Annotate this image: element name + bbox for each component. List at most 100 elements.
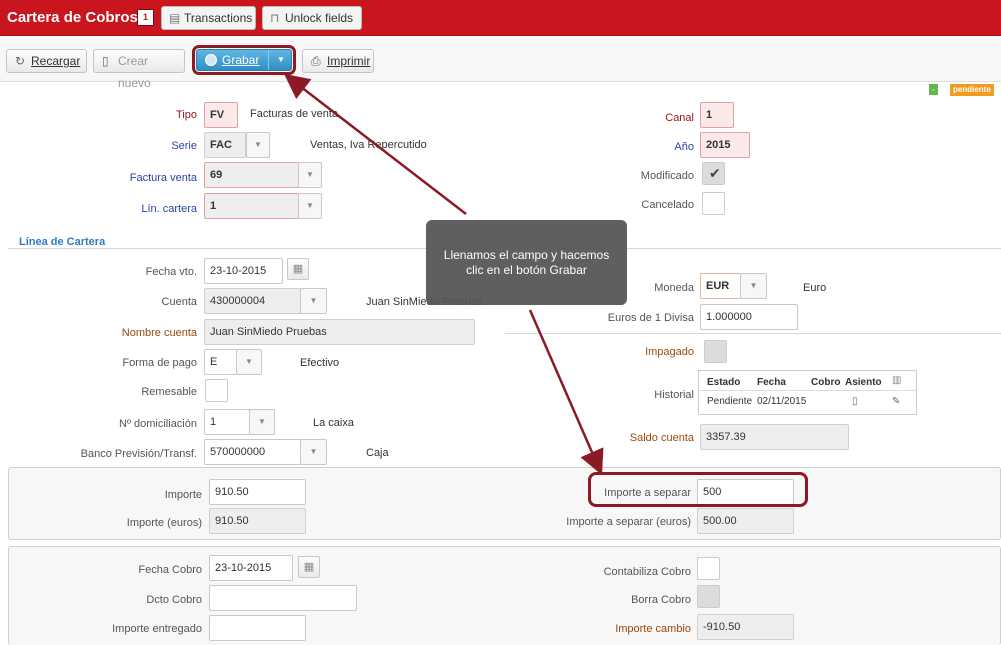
factura-venta-field[interactable]: 69	[204, 162, 299, 188]
tipo-description: Facturas de venta	[250, 108, 339, 120]
lin-cartera-label: Lín. cartera	[141, 203, 197, 215]
tipo-label: Tipo	[176, 109, 197, 121]
chevron-down-icon: ▼	[254, 140, 262, 149]
factura-venta-label: Factura venta	[129, 172, 197, 184]
canal-field[interactable]: 1	[700, 102, 734, 128]
imprimir-button[interactable]: ⎙ Imprimir	[302, 49, 374, 73]
saldo-cuenta-field[interactable]: 3357.39	[700, 424, 849, 450]
banco-description: Caja	[366, 447, 389, 459]
lin-cartera-field[interactable]: 1	[204, 193, 299, 219]
calendar-icon[interactable]: ▦	[287, 258, 309, 280]
chevron-down-icon: ▼	[309, 447, 318, 456]
domiciliacion-dropdown[interactable]: ▼	[249, 409, 275, 435]
anio-label: Año	[674, 141, 694, 153]
importe-cambio-field[interactable]: -910.50	[697, 614, 794, 640]
unlock-label: Unlock fields	[285, 11, 354, 25]
tooltip-line-1: Llenamos el campo y hacemos	[443, 248, 610, 262]
remesable-checkbox[interactable]	[205, 379, 228, 402]
modificado-label: Modificado	[640, 170, 694, 182]
tooltip-line-2: clic en el botón Grabar	[466, 263, 587, 277]
remesable-label: Remesable	[141, 386, 197, 398]
importe-label: Importe	[164, 489, 202, 501]
banco-field[interactable]: 570000000	[204, 439, 301, 465]
window-title: Cartera de Cobros	[7, 9, 138, 26]
cuenta-label: Cuenta	[161, 296, 197, 308]
forma-pago-label: Forma de pago	[122, 357, 197, 369]
factura-dropdown[interactable]: ▼	[298, 162, 322, 188]
recargar-label: Recargar	[31, 54, 81, 68]
contabiliza-cobro-checkbox[interactable]	[697, 557, 720, 580]
moneda-dropdown[interactable]: ▼	[740, 273, 767, 299]
chevron-down-icon: ▼	[749, 281, 758, 290]
canal-label: Canal	[665, 112, 694, 124]
chevron-down-icon: ▼	[258, 417, 266, 426]
columns-icon[interactable]: ▥	[892, 375, 901, 386]
importe-cambio-label: Importe cambio	[615, 623, 691, 635]
section-title-linea: Línea de Cartera	[19, 236, 106, 248]
historial-header-cobro: Cobro	[811, 377, 841, 388]
importe-euros-field[interactable]: 910.50	[209, 508, 306, 534]
historial-header-fecha: Fecha	[757, 377, 786, 388]
modificado-checkbox[interactable]: ✔	[702, 162, 725, 185]
historial-row-fecha: 02/11/2015	[757, 396, 807, 407]
domiciliacion-field[interactable]: 1	[204, 409, 250, 435]
forma-pago-description: Efectivo	[300, 357, 340, 369]
fecha-cobro-label: Fecha Cobro	[138, 564, 202, 576]
importe-separar-euros-field[interactable]: 500.00	[697, 508, 794, 534]
new-document-icon: ▯	[102, 54, 109, 68]
banco-label: Banco Previsión/Transf.	[80, 448, 197, 460]
record-count-badge: 1	[137, 9, 154, 26]
chevron-down-icon: ▼	[306, 170, 314, 179]
grabar-label: Grabar	[222, 53, 260, 67]
fecha-vto-label: Fecha vto.	[145, 266, 197, 278]
anio-field[interactable]: 2015	[700, 132, 750, 158]
importe-separar-highlight	[588, 472, 808, 507]
serie-description: Ventas, Iva Repercutido	[310, 139, 427, 151]
transactions-button[interactable]: ▤ Transactions	[161, 6, 256, 30]
fecha-vto-field[interactable]: 23-10-2015	[204, 258, 283, 284]
nombre-cuenta-field[interactable]: Juan SinMiedo Pruebas	[204, 319, 475, 345]
cuenta-field[interactable]: 430000004	[204, 288, 301, 314]
moneda-field[interactable]: EUR	[700, 273, 741, 299]
refresh-icon: ↻	[15, 54, 26, 68]
list-icon: ▤	[169, 11, 181, 25]
importe-euros-label: Importe (euros)	[126, 517, 202, 529]
imprimir-label: Imprimir	[327, 54, 371, 68]
cancelado-checkbox[interactable]	[702, 192, 725, 215]
dcto-cobro-field[interactable]	[209, 585, 357, 611]
chevron-down-icon: ▼	[306, 201, 314, 210]
document-icon[interactable]: ▯	[852, 396, 858, 407]
chevron-down-icon[interactable]: ▼	[277, 50, 285, 70]
lin-cartera-dropdown[interactable]: ▼	[298, 193, 322, 219]
importe-entregado-field[interactable]	[209, 615, 306, 641]
grabar-button[interactable]: Grabar ▼	[196, 49, 292, 71]
edit-icon[interactable]: ✎	[892, 396, 900, 407]
historial-table: Estado Fecha Cobro Asiento ▥ Pendiente 0…	[698, 370, 917, 415]
nombre-cuenta-label: Nombre cuenta	[121, 327, 197, 339]
cuenta-dropdown[interactable]: ▼	[300, 288, 327, 314]
crear-label: Crear nuevo	[118, 54, 151, 90]
impagado-checkbox[interactable]	[704, 340, 727, 363]
importe-field[interactable]: 910.50	[209, 479, 306, 505]
borra-cobro-checkbox[interactable]	[697, 585, 720, 608]
forma-pago-field[interactable]: E	[204, 349, 237, 375]
fecha-cobro-field[interactable]: 23-10-2015	[209, 555, 293, 581]
euros-divisa-label: Euros de 1 Divisa	[607, 312, 694, 324]
unlock-fields-button[interactable]: ⊓ Unlock fields	[262, 6, 362, 30]
historial-header-asiento: Asiento	[845, 377, 882, 388]
historial-header-estado: Estado	[707, 377, 741, 388]
banco-dropdown[interactable]: ▼	[300, 439, 327, 465]
cancelado-label: Cancelado	[641, 199, 694, 211]
recargar-button[interactable]: ↻ Recargar	[6, 49, 87, 73]
serie-dropdown[interactable]: ▼	[246, 132, 270, 158]
printer-icon: ⎙	[311, 54, 321, 68]
crear-nuevo-button[interactable]: ▯ Crear nuevo	[93, 49, 185, 90]
serie-field[interactable]: FAC	[204, 132, 246, 158]
forma-pago-dropdown[interactable]: ▼	[236, 349, 262, 375]
domiciliacion-label: Nº domiciliación	[119, 418, 197, 430]
calendar-icon[interactable]: ▦	[298, 556, 320, 578]
save-icon	[205, 54, 217, 66]
title-bar: Cartera de Cobros 1 ▤ Transactions ⊓ Unl…	[0, 0, 1001, 36]
euros-divisa-field[interactable]: 1.000000	[700, 304, 798, 330]
tipo-field[interactable]: FV	[204, 102, 238, 128]
